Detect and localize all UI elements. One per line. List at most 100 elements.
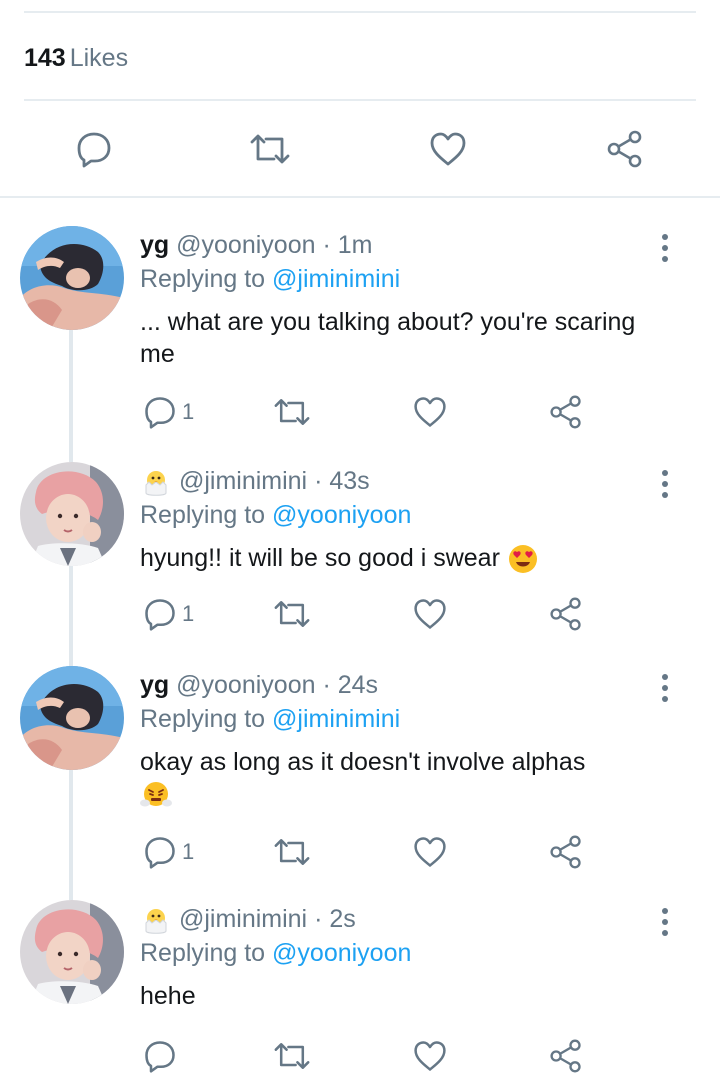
reply-action-bar: 1 [130, 592, 720, 640]
replying-to-label: Replying to [140, 265, 266, 293]
share-button[interactable] [600, 124, 650, 174]
avatar[interactable] [20, 666, 124, 770]
share-icon [548, 394, 584, 430]
retweet-icon [272, 596, 312, 632]
avatar[interactable] [20, 900, 124, 1004]
reply-action-bar: 1 [130, 390, 720, 438]
reply-icon [142, 834, 178, 870]
replying-to-label: Replying to [140, 939, 266, 967]
mention-link[interactable]: @yooniyoon [272, 939, 411, 967]
separator-dot: · [314, 467, 323, 495]
timestamp[interactable]: 1m [338, 231, 373, 259]
reply-button[interactable] [69, 124, 119, 174]
user-handle[interactable]: @yooniyoon [176, 671, 315, 699]
tweet-text: ... what are you talking about? you're s… [140, 308, 636, 368]
likes-count: 143 [24, 44, 66, 72]
steam-face-emoji [140, 779, 172, 811]
more-options-icon[interactable] [650, 668, 680, 708]
retweet-icon [272, 1038, 312, 1074]
timestamp[interactable]: 2s [329, 905, 355, 933]
share-icon [548, 596, 584, 632]
like-icon [428, 129, 468, 169]
more-options-icon[interactable] [650, 902, 680, 942]
tweet-header: @jiminimini · 43s [140, 464, 370, 498]
replying-to-label: Replying to [140, 705, 266, 733]
tweet-body: okay as long as it doesn't involve alpha… [140, 746, 660, 811]
heart-eyes-emoji [507, 543, 539, 575]
reply-count: 1 [182, 839, 195, 864]
tweet-action-bar [0, 124, 720, 178]
reply-tweet[interactable]: @jiminimini · 43s Replying to @yooniyoon… [0, 462, 720, 698]
separator-dot: · [322, 231, 331, 259]
avatar[interactable] [20, 226, 124, 330]
more-options-icon[interactable] [650, 228, 680, 268]
top-divider [24, 11, 696, 13]
mention-link[interactable]: @yooniyoon [272, 501, 411, 529]
reply-tweet[interactable]: yg @yooniyoon · 1m Replying to @jiminimi… [0, 226, 720, 462]
tweet-text: hyung!! it will be so good i swear [140, 544, 500, 572]
hatching-chick-emoji [140, 904, 172, 936]
reply-button[interactable]: 1 [142, 390, 194, 434]
retweet-button[interactable] [272, 390, 312, 434]
like-icon [412, 1038, 448, 1074]
display-name[interactable]: yg [140, 671, 169, 699]
share-button[interactable] [548, 830, 584, 874]
retweet-icon [248, 129, 292, 169]
reply-button[interactable]: 1 [142, 592, 194, 636]
share-icon [548, 1038, 584, 1074]
like-button[interactable] [412, 1034, 448, 1078]
share-button[interactable] [548, 390, 584, 434]
retweet-icon [272, 834, 312, 870]
tweet-text: hehe [140, 982, 196, 1010]
likes-stat[interactable]: 143 Likes [24, 40, 128, 76]
reply-action-bar [130, 1034, 720, 1082]
like-button[interactable] [412, 830, 448, 874]
mention-link[interactable]: @jiminimini [272, 265, 400, 293]
reply-tweet[interactable]: yg @yooniyoon · 24s Replying to @jiminim… [0, 666, 720, 902]
reply-icon [142, 394, 178, 430]
like-button[interactable] [423, 124, 473, 174]
reply-button[interactable] [142, 1034, 178, 1078]
reply-icon [142, 1038, 178, 1074]
retweet-icon [272, 394, 312, 430]
tweet-header: yg @yooniyoon · 1m [140, 228, 372, 262]
retweet-button[interactable] [245, 124, 295, 174]
like-icon [412, 596, 448, 632]
replying-to: Replying to @yooniyoon [140, 498, 411, 532]
retweet-button[interactable] [272, 830, 312, 874]
reply-count: 1 [182, 601, 195, 626]
retweet-button[interactable] [272, 592, 312, 636]
share-button[interactable] [548, 1034, 584, 1078]
avatar[interactable] [20, 462, 124, 566]
share-icon [605, 129, 645, 169]
like-icon [412, 394, 448, 430]
like-button[interactable] [412, 592, 448, 636]
separator-dot: · [314, 905, 323, 933]
share-button[interactable] [548, 592, 584, 636]
replying-to: Replying to @jiminimini [140, 702, 400, 736]
timestamp[interactable]: 43s [329, 467, 369, 495]
replying-to-label: Replying to [140, 501, 266, 529]
retweet-button[interactable] [272, 1034, 312, 1078]
like-button[interactable] [412, 390, 448, 434]
reply-action-bar: 1 [130, 830, 720, 878]
share-icon [548, 834, 584, 870]
reply-icon [142, 596, 178, 632]
replying-to: Replying to @yooniyoon [140, 936, 411, 970]
user-handle[interactable]: @jiminimini [179, 467, 307, 495]
reply-button[interactable]: 1 [142, 830, 194, 874]
display-name[interactable]: yg [140, 231, 169, 259]
tweet-header: @jiminimini · 2s [140, 902, 356, 936]
user-handle[interactable]: @jiminimini [179, 905, 307, 933]
reply-count: 1 [182, 399, 195, 424]
reply-tweet[interactable]: @jiminimini · 2s Replying to @yooniyoon … [0, 900, 720, 1083]
timestamp[interactable]: 24s [338, 671, 378, 699]
hatching-chick-emoji [140, 466, 172, 498]
replying-to: Replying to @jiminimini [140, 262, 400, 296]
user-handle[interactable]: @yooniyoon [176, 231, 315, 259]
more-options-icon[interactable] [650, 464, 680, 504]
tweet-text: okay as long as it doesn't involve alpha… [140, 748, 586, 776]
separator-dot: · [322, 671, 331, 699]
like-icon [412, 834, 448, 870]
mention-link[interactable]: @jiminimini [272, 705, 400, 733]
